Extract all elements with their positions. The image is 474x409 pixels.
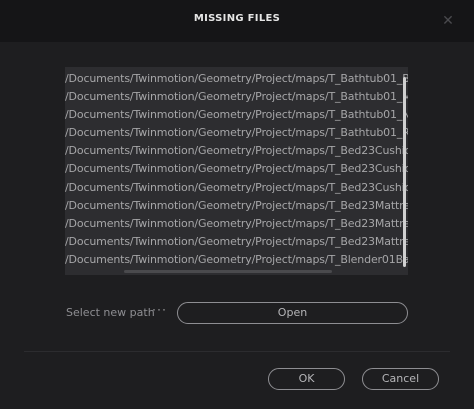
open-button[interactable]: Open [177,302,408,324]
list-item[interactable]: /Documents/Twinmotion/Geometry/Project/m… [65,142,408,160]
list-item[interactable]: /Documents/Twinmotion/Geometry/Project/m… [65,124,408,142]
ok-button[interactable]: OK [268,368,345,390]
more-options-icon[interactable]: ··· [152,302,167,316]
cancel-button[interactable]: Cancel [362,368,439,390]
list-item[interactable]: /Documents/Twinmotion/Geometry/Project/m… [65,179,408,197]
missing-files-dialog: MISSING FILES ✕ /Documents/Twinmotion/Ge… [0,0,474,409]
list-item[interactable]: /Documents/Twinmotion/Geometry/Project/m… [65,106,408,124]
list-item[interactable]: /Documents/Twinmotion/Geometry/Project/m… [65,251,408,269]
footer-divider [24,351,450,352]
select-path-label: Select new path [66,306,155,319]
vertical-scrollbar[interactable] [403,77,406,267]
list-item[interactable]: /Documents/Twinmotion/Geometry/Project/m… [65,88,408,106]
list-item[interactable]: /Documents/Twinmotion/Geometry/Project/m… [65,160,408,178]
horizontal-scrollbar[interactable] [124,270,332,273]
list-item[interactable]: /Documents/Twinmotion/Geometry/Project/m… [65,70,408,88]
close-icon[interactable]: ✕ [440,12,456,28]
title-bar: MISSING FILES ✕ [0,0,474,42]
list-item[interactable]: /Documents/Twinmotion/Geometry/Project/m… [65,197,408,215]
dialog-title: MISSING FILES [193,13,281,24]
missing-file-list[interactable]: /Documents/Twinmotion/Geometry/Project/m… [65,67,408,275]
file-list-rows: /Documents/Twinmotion/Geometry/Project/m… [65,70,408,269]
list-item[interactable]: /Documents/Twinmotion/Geometry/Project/m… [65,215,408,233]
list-item[interactable]: /Documents/Twinmotion/Geometry/Project/m… [65,233,408,251]
